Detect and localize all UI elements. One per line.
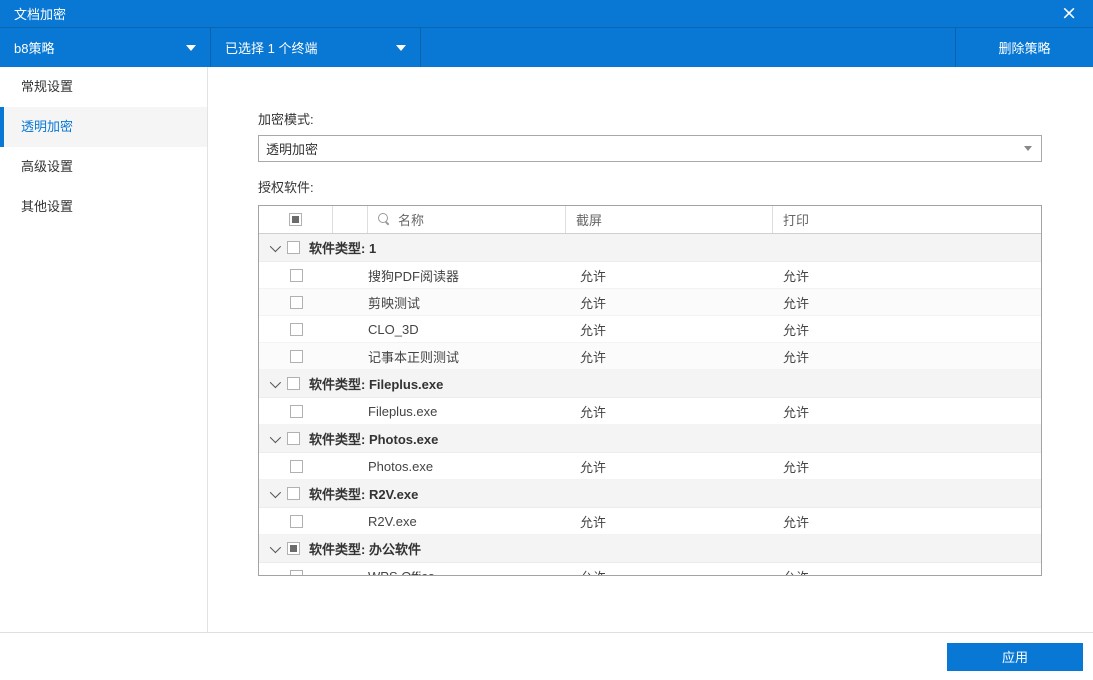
- group-label: 软件类型: R2V.exe: [309, 487, 419, 502]
- document-encryption-window: 文档加密 × b8策略 已选择 1 个终端 删除策略 常规设置 透明加密 高级设…: [0, 0, 1093, 680]
- sidebar-item-other-settings[interactable]: 其他设置: [0, 187, 207, 227]
- main-panel: 加密模式: 透明加密 授权软件: 名称 截屏 打印 软件类型: 1 搜狗PDF阅…: [208, 67, 1093, 632]
- print-permission: 允许: [783, 349, 810, 365]
- software-name: 剪映测试: [368, 295, 421, 311]
- software-row[interactable]: 搜狗PDF阅读器 允许 允许: [259, 262, 1041, 289]
- chevron-down-icon[interactable]: [269, 240, 282, 252]
- chevron-down-icon[interactable]: [269, 376, 282, 388]
- screenshot-column-header: 截屏: [576, 213, 603, 228]
- print-permission: 允许: [783, 459, 810, 475]
- authorized-software-label: 授权软件:: [258, 180, 314, 195]
- chevron-down-icon[interactable]: [269, 541, 282, 553]
- print-permission: 允许: [783, 268, 810, 284]
- software-name: Photos.exe: [368, 458, 434, 474]
- row-checkbox[interactable]: [289, 295, 303, 309]
- chevron-down-icon: [186, 44, 196, 51]
- row-checkbox[interactable]: [289, 459, 303, 473]
- row-checkbox[interactable]: [289, 404, 303, 418]
- expander-column-header: [333, 206, 368, 233]
- sidebar-item-advanced-settings[interactable]: 高级设置: [0, 147, 207, 187]
- close-icon[interactable]: ×: [1059, 4, 1079, 23]
- chevron-down-icon: [1024, 146, 1032, 151]
- software-group-row[interactable]: 软件类型: R2V.exe: [259, 480, 1041, 508]
- screenshot-permission: 允许: [580, 322, 607, 338]
- chevron-down-icon[interactable]: [269, 431, 282, 443]
- encrypt-mode-label: 加密模式:: [258, 112, 314, 127]
- screenshot-permission: 允许: [580, 404, 607, 420]
- group-label: 软件类型: Fileplus.exe: [309, 377, 444, 392]
- sidebar-item-transparent-encryption[interactable]: 透明加密: [0, 107, 207, 147]
- screenshot-permission: 允许: [566, 567, 773, 576]
- terminal-dropdown-label: 已选择 1 个终端: [225, 41, 318, 56]
- software-name: Fileplus.exe: [368, 403, 438, 419]
- footer: 应用: [0, 632, 1093, 680]
- software-group-row[interactable]: 软件类型: 办公软件: [259, 535, 1041, 563]
- group-checkbox[interactable]: [287, 487, 300, 500]
- chevron-down-icon: [396, 44, 406, 51]
- apply-button[interactable]: 应用: [947, 642, 1083, 671]
- software-table-header: 名称 截屏 打印: [259, 206, 1041, 234]
- software-group-row[interactable]: 软件类型: Fileplus.exe: [259, 370, 1041, 398]
- software-name: WPS Office: [368, 568, 435, 576]
- software-row[interactable]: WPS Office 允许 允许: [259, 563, 1041, 576]
- group-checkbox[interactable]: [287, 432, 300, 445]
- row-checkbox[interactable]: [289, 268, 303, 282]
- row-checkbox[interactable]: [289, 569, 303, 575]
- print-permission: 允许: [783, 404, 810, 420]
- row-checkbox[interactable]: [289, 514, 303, 528]
- screenshot-permission: 允许: [580, 459, 607, 475]
- screenshot-permission: 允许: [580, 295, 607, 311]
- software-group-row[interactable]: 软件类型: 1: [259, 234, 1041, 262]
- group-checkbox[interactable]: [287, 241, 300, 254]
- row-checkbox[interactable]: [289, 349, 303, 363]
- policy-dropdown-label: b8策略: [14, 41, 55, 56]
- software-table: 名称 截屏 打印 软件类型: 1 搜狗PDF阅读器 允许 允许 剪映测试 允许: [258, 205, 1042, 576]
- content-area: 常规设置 透明加密 高级设置 其他设置 加密模式: 透明加密 授权软件: 名称 …: [0, 67, 1093, 632]
- terminal-dropdown[interactable]: 已选择 1 个终端: [210, 28, 420, 67]
- name-column-header: 名称: [398, 213, 425, 228]
- group-label: 软件类型: 1: [309, 241, 377, 256]
- software-row[interactable]: 剪映测试 允许 允许: [259, 289, 1041, 316]
- print-permission: 允许: [773, 567, 1041, 576]
- screenshot-permission: 允许: [580, 268, 607, 284]
- search-icon[interactable]: [378, 213, 391, 226]
- sidebar-item-general-settings[interactable]: 常规设置: [0, 67, 207, 107]
- toolbar: b8策略 已选择 1 个终端 删除策略: [0, 28, 1093, 67]
- software-name: R2V.exe: [368, 513, 417, 529]
- print-permission: 允许: [783, 514, 810, 530]
- encrypt-mode-select[interactable]: 透明加密: [258, 135, 1042, 162]
- software-name: 记事本正则测试: [368, 349, 460, 365]
- software-row[interactable]: CLO_3D 允许 允许: [259, 316, 1041, 343]
- software-name: 搜狗PDF阅读器: [368, 268, 460, 284]
- software-row[interactable]: R2V.exe 允许 允许: [259, 508, 1041, 535]
- select-all-checkbox[interactable]: [289, 213, 302, 226]
- toolbar-spacer: [420, 28, 955, 67]
- screenshot-permission: 允许: [580, 349, 607, 365]
- group-label: 软件类型: Photos.exe: [309, 432, 439, 447]
- software-row[interactable]: Fileplus.exe 允许 允许: [259, 398, 1041, 425]
- print-column-header: 打印: [783, 213, 810, 228]
- delete-policy-label: 删除策略: [998, 41, 1051, 56]
- screenshot-permission: 允许: [580, 514, 607, 530]
- sidebar: 常规设置 透明加密 高级设置 其他设置: [0, 67, 208, 632]
- policy-dropdown[interactable]: b8策略: [0, 28, 210, 67]
- group-label: 软件类型: 办公软件: [309, 542, 421, 557]
- software-table-body: 软件类型: 1 搜狗PDF阅读器 允许 允许 剪映测试 允许 允许 CLO_3D…: [259, 234, 1041, 576]
- titlebar: 文档加密 ×: [0, 0, 1093, 28]
- print-permission: 允许: [783, 322, 810, 338]
- software-row[interactable]: Photos.exe 允许 允许: [259, 453, 1041, 480]
- software-name: CLO_3D: [368, 321, 419, 337]
- row-checkbox[interactable]: [289, 322, 303, 336]
- chevron-down-icon[interactable]: [269, 486, 282, 498]
- group-checkbox[interactable]: [287, 542, 300, 555]
- software-group-row[interactable]: 软件类型: Photos.exe: [259, 425, 1041, 453]
- delete-policy-button[interactable]: 删除策略: [955, 28, 1093, 67]
- software-row[interactable]: 记事本正则测试 允许 允许: [259, 343, 1041, 370]
- window-title: 文档加密: [14, 7, 67, 22]
- print-permission: 允许: [783, 295, 810, 311]
- group-checkbox[interactable]: [287, 377, 300, 390]
- encrypt-mode-value: 透明加密: [266, 142, 319, 157]
